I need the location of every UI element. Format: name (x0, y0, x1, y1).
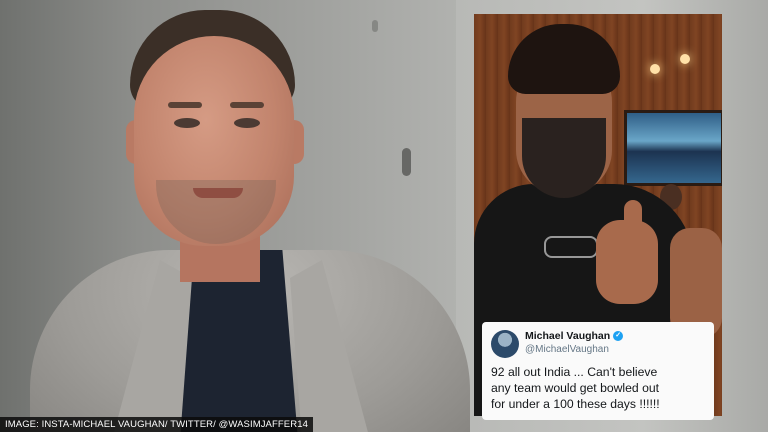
ceiling-light (680, 54, 690, 64)
image-credit-caption: IMAGE: INSTA-MICHAEL VAUGHAN/ TWITTER/ @… (0, 417, 313, 432)
image-stage: Michael Vaughan ✓ @MichaelVaughan 92 all … (0, 0, 768, 432)
thumb (624, 200, 642, 238)
eyebrow-right (230, 102, 264, 108)
wall-painting (624, 110, 722, 186)
eyebrow-left (168, 102, 202, 108)
avatar (491, 330, 519, 358)
eye-right (234, 118, 260, 128)
tweet-author: Michael Vaughan ✓ (525, 330, 624, 342)
verified-badge-icon: ✓ (613, 331, 624, 342)
smile (193, 188, 243, 198)
author-name: Michael Vaughan (525, 330, 611, 342)
tweet-line: for under a 100 these days !!!!!! (491, 397, 660, 411)
shirt-logo (544, 236, 598, 258)
eye-left (174, 118, 200, 128)
tweet-handle: @MichaelVaughan (525, 344, 609, 355)
tweet-line: any team would get bowled out (491, 381, 660, 395)
tweet-card: Michael Vaughan ✓ @MichaelVaughan 92 all … (482, 322, 714, 420)
left-person-photo (0, 0, 470, 432)
tweet-line: 92 all out India ... Can't believe (491, 365, 658, 379)
ceiling-light (650, 64, 660, 74)
tweet-text: 92 all out India ... Can't believe any t… (491, 364, 711, 412)
beard (522, 118, 606, 198)
